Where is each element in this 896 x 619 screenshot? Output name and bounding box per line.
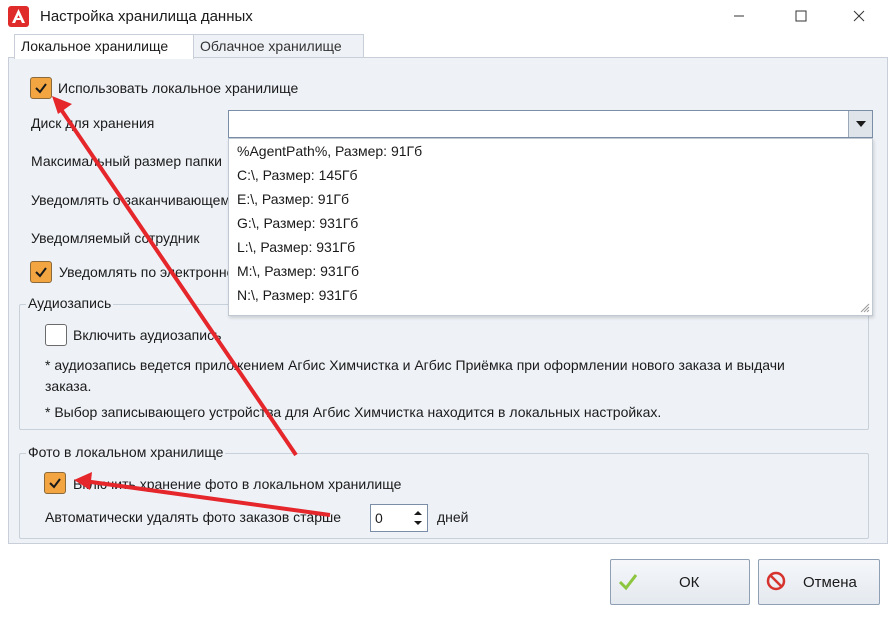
resize-grip-icon[interactable] [858,301,870,313]
dialog-footer: ОК Отмена [0,550,896,619]
days-stepper[interactable]: 0 [370,504,428,532]
cancel-button[interactable]: Отмена [758,559,880,605]
minimize-button[interactable] [716,0,762,32]
ok-button-label: ОК [679,574,700,591]
close-button[interactable] [836,0,882,32]
local-storage-panel: Использовать локальное хранилище Диск дл… [8,57,888,544]
ok-button[interactable]: ОК [610,559,750,605]
dropdown-item[interactable]: N:\, Размер: 931Гб [229,283,872,307]
stepper-arrows[interactable] [411,507,425,529]
photo-group: Фото в локальном хранилище [19,444,869,539]
photo-group-legend: Фото в локальном хранилище [26,444,226,460]
tab-cloud-storage[interactable]: Облачное хранилище [194,34,364,58]
enable-photo-checkbox[interactable] [44,472,66,494]
checkmark-icon [35,83,47,94]
dropdown-item[interactable]: %AgentPath%, Размер: 91Гб [229,139,872,163]
audio-note-2: * Выбор записывающего устройства для Агб… [45,404,662,420]
audio-note-1-line-2: заказа. [45,378,92,394]
dropdown-item[interactable]: L:\, Размер: 931Гб [229,235,872,259]
enable-audio-checkbox[interactable] [45,324,67,346]
tab-local-storage[interactable]: Локальное хранилище [14,34,194,59]
window-title: Настройка хранилища данных [40,8,253,25]
maximize-button[interactable] [778,0,824,32]
disk-dropdown-list[interactable]: %AgentPath%, Размер: 91Гб C:\, Размер: 1… [228,138,873,316]
checkmark-icon [49,478,61,489]
max-size-label: Максимальный размер папки [31,153,222,169]
notify-email-checkbox[interactable] [30,261,52,283]
audio-group: Аудиозапись Включить аудиозапись * аудио… [19,295,869,430]
disk-select[interactable] [228,110,873,138]
days-value: 0 [375,510,383,526]
dropdown-item[interactable]: E:\, Размер: 91Гб [229,187,872,211]
use-local-storage-label: Использовать локальное хранилище [58,80,299,96]
app-logo-icon [8,6,29,27]
use-local-storage-checkbox[interactable] [30,77,52,99]
chevron-down-icon [855,121,866,127]
auto-delete-label: Автоматически удалять фото заказов старш… [45,509,342,525]
dropdown-item[interactable]: G:\, Размер: 931Гб [229,211,872,235]
dropdown-arrow-button[interactable] [848,111,872,137]
checkmark-icon [35,267,47,278]
prohibit-icon [766,571,786,591]
days-unit-label: дней [437,509,469,525]
disk-label: Диск для хранения [31,115,155,131]
dropdown-item[interactable]: M:\, Размер: 931Гб [229,259,872,283]
enable-photo-label: Включить хранение фото в локальном храни… [73,476,402,492]
checkmark-icon [618,574,638,591]
cancel-button-label: Отмена [803,574,857,591]
enable-audio-label: Включить аудиозапись [73,327,222,343]
dropdown-item[interactable]: C:\, Размер: 145Гб [229,163,872,187]
audio-note-1-line-1: * аудиозапись ведется приложением Агбис … [45,357,785,373]
tab-strip: Локальное хранилище Облачное хранилище [8,34,888,59]
audio-group-legend: Аудиозапись [26,295,114,311]
title-bar: Настройка хранилища данных [0,0,896,34]
notified-employee-label: Уведомляемый сотрудник [31,230,200,246]
